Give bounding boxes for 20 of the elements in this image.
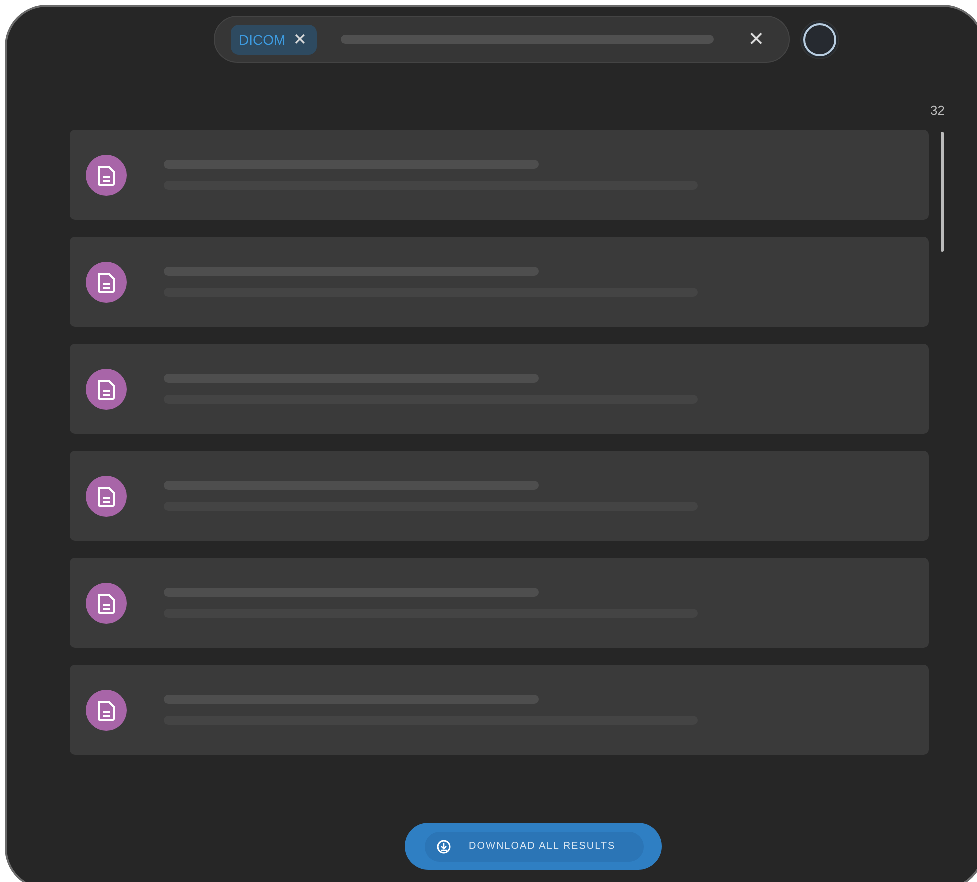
result-card[interactable] bbox=[70, 665, 929, 755]
result-card[interactable] bbox=[70, 130, 929, 220]
result-card[interactable] bbox=[70, 237, 929, 327]
result-count: 32 bbox=[930, 103, 945, 118]
document-icon bbox=[86, 476, 127, 516]
result-card[interactable] bbox=[70, 344, 929, 434]
result-card[interactable] bbox=[70, 451, 929, 541]
document-icon bbox=[86, 690, 127, 730]
result-card[interactable] bbox=[70, 558, 929, 648]
document-icon bbox=[86, 154, 127, 196]
document-icon bbox=[86, 582, 127, 624]
download-icon bbox=[437, 840, 451, 854]
search-field[interactable]: DICOM ✕ ✕ bbox=[214, 16, 790, 63]
document-icon bbox=[86, 368, 127, 410]
clear-button[interactable]: ✕ bbox=[738, 27, 775, 52]
download-button[interactable]: DOWNLOAD ALL RESULTS bbox=[405, 823, 662, 870]
scrollbar[interactable] bbox=[941, 132, 944, 252]
document-icon bbox=[86, 262, 127, 302]
avatar-icon[interactable] bbox=[800, 20, 840, 60]
filter-chip[interactable]: DICOM ✕ bbox=[231, 24, 317, 54]
